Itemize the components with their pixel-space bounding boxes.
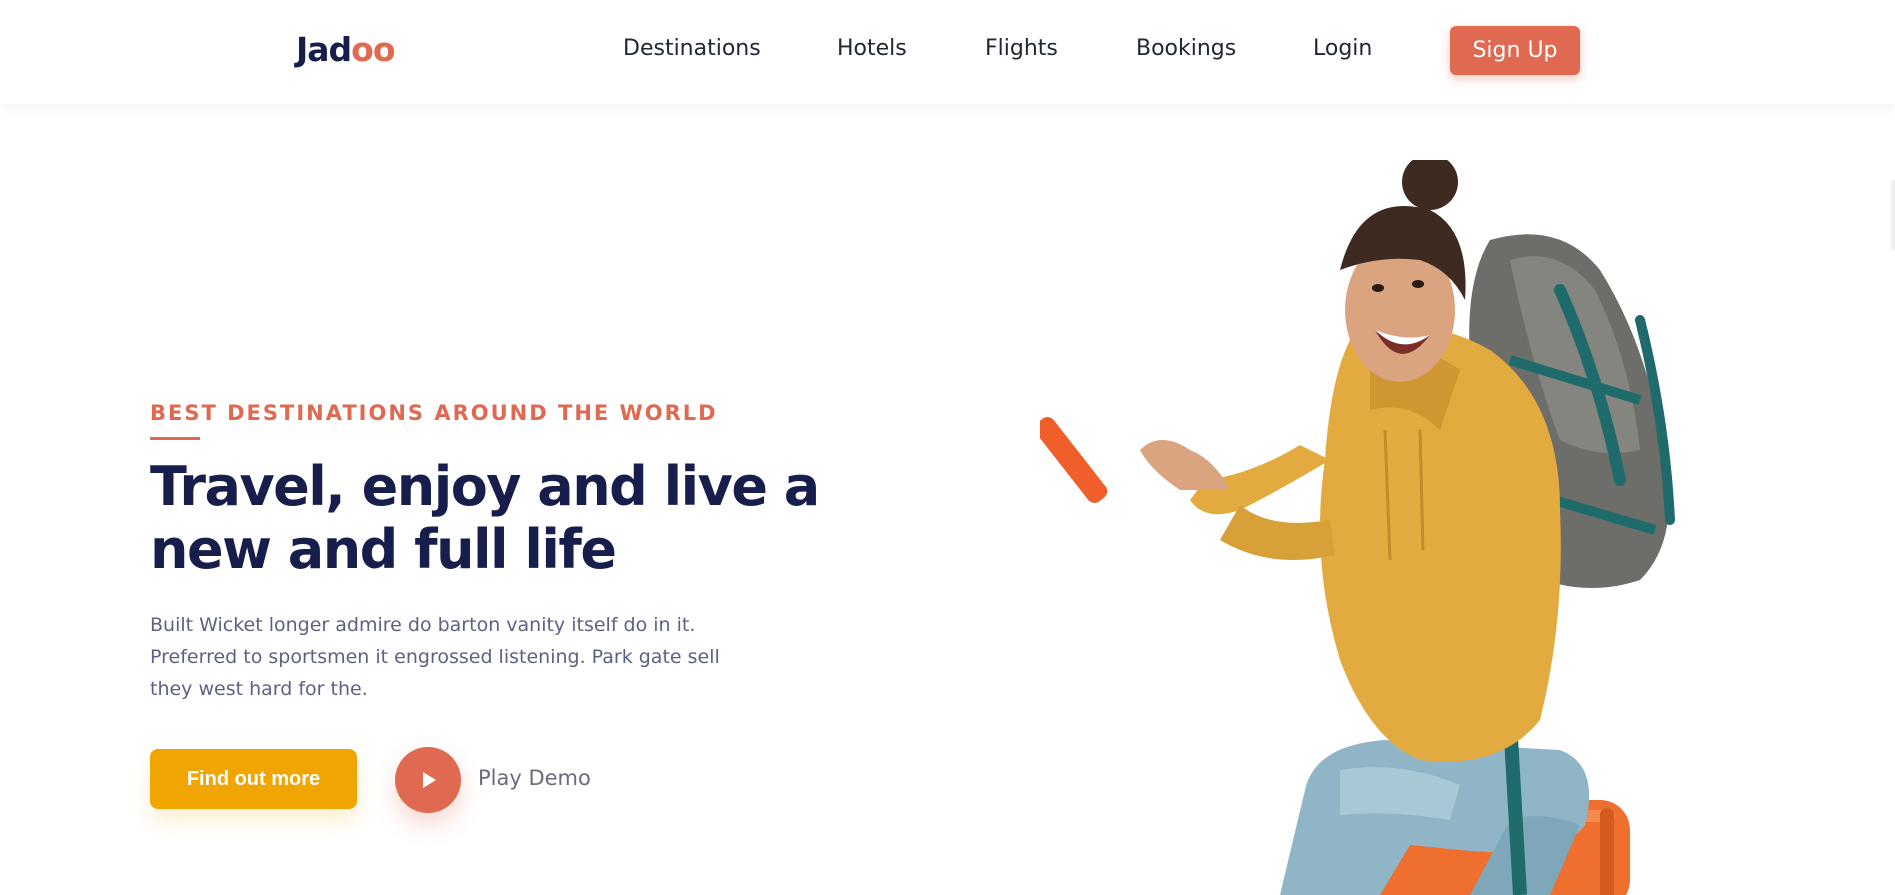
nav-flights[interactable]: Flights [985, 36, 1058, 61]
hero-description-line-3: they west hard for the. [150, 678, 368, 700]
page: Jadoo Destinations Hotels Flights Bookin… [0, 0, 1895, 895]
hero-description: Built Wicket longer admire do barton van… [150, 609, 750, 705]
logo[interactable]: Jadoo [296, 30, 396, 69]
nav-destinations[interactable]: Destinations [623, 36, 761, 61]
play-demo-button[interactable] [395, 747, 461, 813]
nav-bookings[interactable]: Bookings [1136, 36, 1236, 61]
arm-illustration [1140, 440, 1230, 490]
hero-title: Travel, enjoy and live a new and full li… [150, 455, 830, 581]
hero-description-line-1: Built Wicket longer admire do barton van… [150, 614, 696, 636]
nav-hotels[interactable]: Hotels [837, 36, 907, 61]
hero-description-line-2: Preferred to sportsmen it engrossed list… [150, 646, 720, 668]
traveler-with-backpack-image [1040, 160, 1675, 895]
find-out-more-button[interactable]: Find out more [150, 749, 357, 809]
hero-title-line-1: Travel, enjoy and live a [150, 455, 820, 518]
signup-button[interactable]: Sign Up [1450, 26, 1580, 75]
hero-eyebrow: BEST DESTINATIONS AROUND THE WORLD [150, 401, 718, 425]
logo-accent: oo [351, 30, 395, 69]
eyebrow-underline [150, 437, 200, 440]
hoodie-illustration [1190, 327, 1561, 762]
play-icon [423, 772, 436, 788]
nav-login[interactable]: Login [1313, 36, 1372, 61]
site-header: Jadoo Destinations Hotels Flights Bookin… [0, 0, 1895, 104]
logo-main: Jad [296, 30, 352, 69]
play-demo-label[interactable]: Play Demo [478, 766, 591, 790]
phone-illustration [1040, 417, 1108, 503]
scroll-indicator [1889, 180, 1895, 250]
hero-title-line-2: new and full life [150, 518, 617, 581]
